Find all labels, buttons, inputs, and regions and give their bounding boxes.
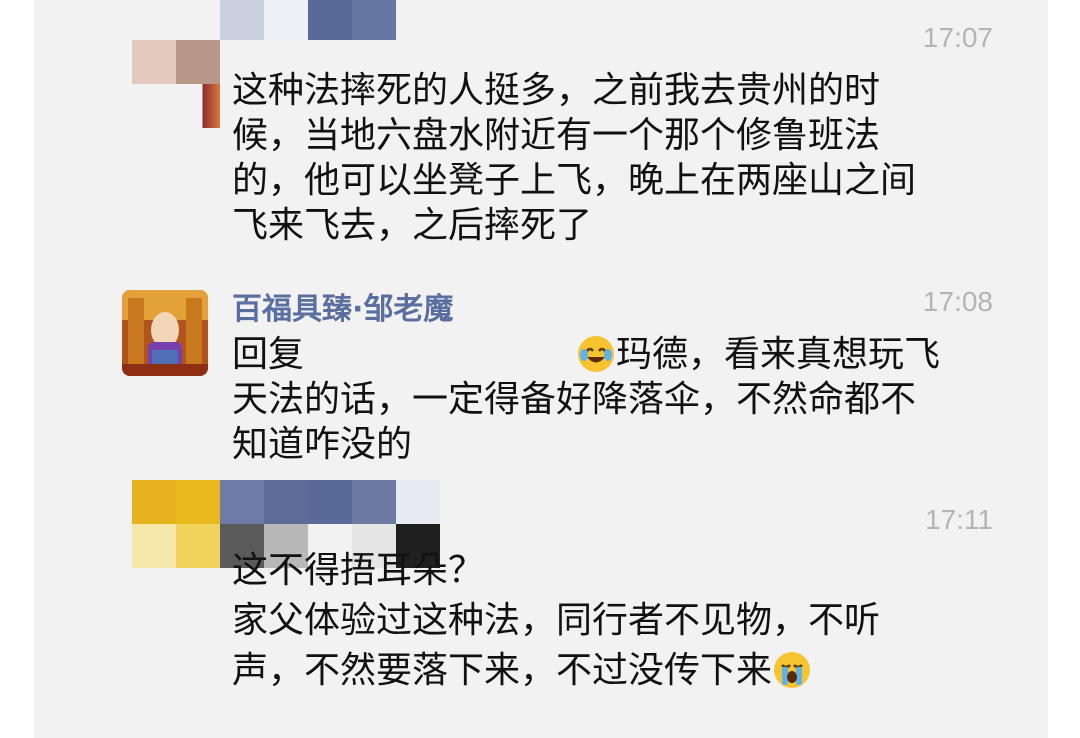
message-line-text: 声，不然要落下来，不过没传下来 — [232, 650, 773, 691]
message-line: 声，不然要落下来，不过没传下来 — [232, 648, 1022, 694]
message-line: 家父体验过这种法，同行者不见物，不听 — [232, 600, 881, 641]
reply-text: 玛德，看来真想玩飞 — [616, 334, 941, 375]
message-line: 飞来飞去，之后摔死了 — [232, 205, 593, 246]
message-timestamp: 17:08 — [922, 286, 993, 317]
message-line: 这不得捂耳朵？ — [232, 550, 485, 591]
chat-message: 百福具臻·邹老魔 17:08 回复 玛德，看来真想玩飞 天法的话，一定得备好降落… — [34, 280, 1048, 470]
message-text[interactable]: 回复 玛德，看来真想玩飞 天法的话，一定得备好降落伞，不然命都不 知道咋没的 — [232, 332, 1022, 467]
message-line: 的，他可以坐凳子上飞，晚上在两座山之间 — [232, 160, 917, 201]
reply-line: 回复 玛德，看来真想玩飞 — [232, 332, 1022, 377]
message-timestamp: 17:11 — [925, 504, 993, 535]
message-line: 这种法摔死的人挺多，之前我去贵州的时 — [232, 70, 881, 111]
message-line: 天法的话，一定得备好降落伞，不然命都不 — [232, 379, 917, 420]
chat-panel: 17:07 这种法摔死的人挺多，之前我去贵州的时 候，当地六盘水附近有一个那个修… — [34, 0, 1048, 738]
blurred-avatar — [132, 40, 220, 128]
reply-prefix: 回复 — [232, 334, 305, 375]
loudly-crying-face-icon — [774, 652, 811, 688]
message-text[interactable]: 这不得捂耳朵？ 家父体验过这种法，同行者不见物，不听 声，不然要落下来，不过没传… — [232, 548, 1022, 694]
sender-name[interactable]: 百福具臻·邹老魔 — [232, 284, 453, 328]
crying-laughing-face-icon — [578, 336, 615, 372]
message-line: 知道咋没的 — [232, 424, 413, 465]
chat-message: 17:11 这不得捂耳朵？ 家父体验过这种法，同行者不见物，不听 声，不然要落下… — [34, 480, 1048, 738]
message-line: 候，当地六盘水附近有一个那个修鲁班法 — [232, 115, 881, 156]
blurred-sender-name — [220, 0, 396, 40]
deity-portrait-icon — [122, 290, 208, 376]
chat-message: 17:07 这种法摔死的人挺多，之前我去贵州的时 候，当地六盘水附近有一个那个修… — [34, 0, 1048, 260]
blurred-avatar — [132, 480, 220, 568]
message-timestamp: 17:07 — [922, 22, 993, 53]
avatar[interactable] — [122, 290, 208, 376]
message-text[interactable]: 这种法摔死的人挺多，之前我去贵州的时 候，当地六盘水附近有一个那个修鲁班法 的，… — [232, 68, 1022, 248]
